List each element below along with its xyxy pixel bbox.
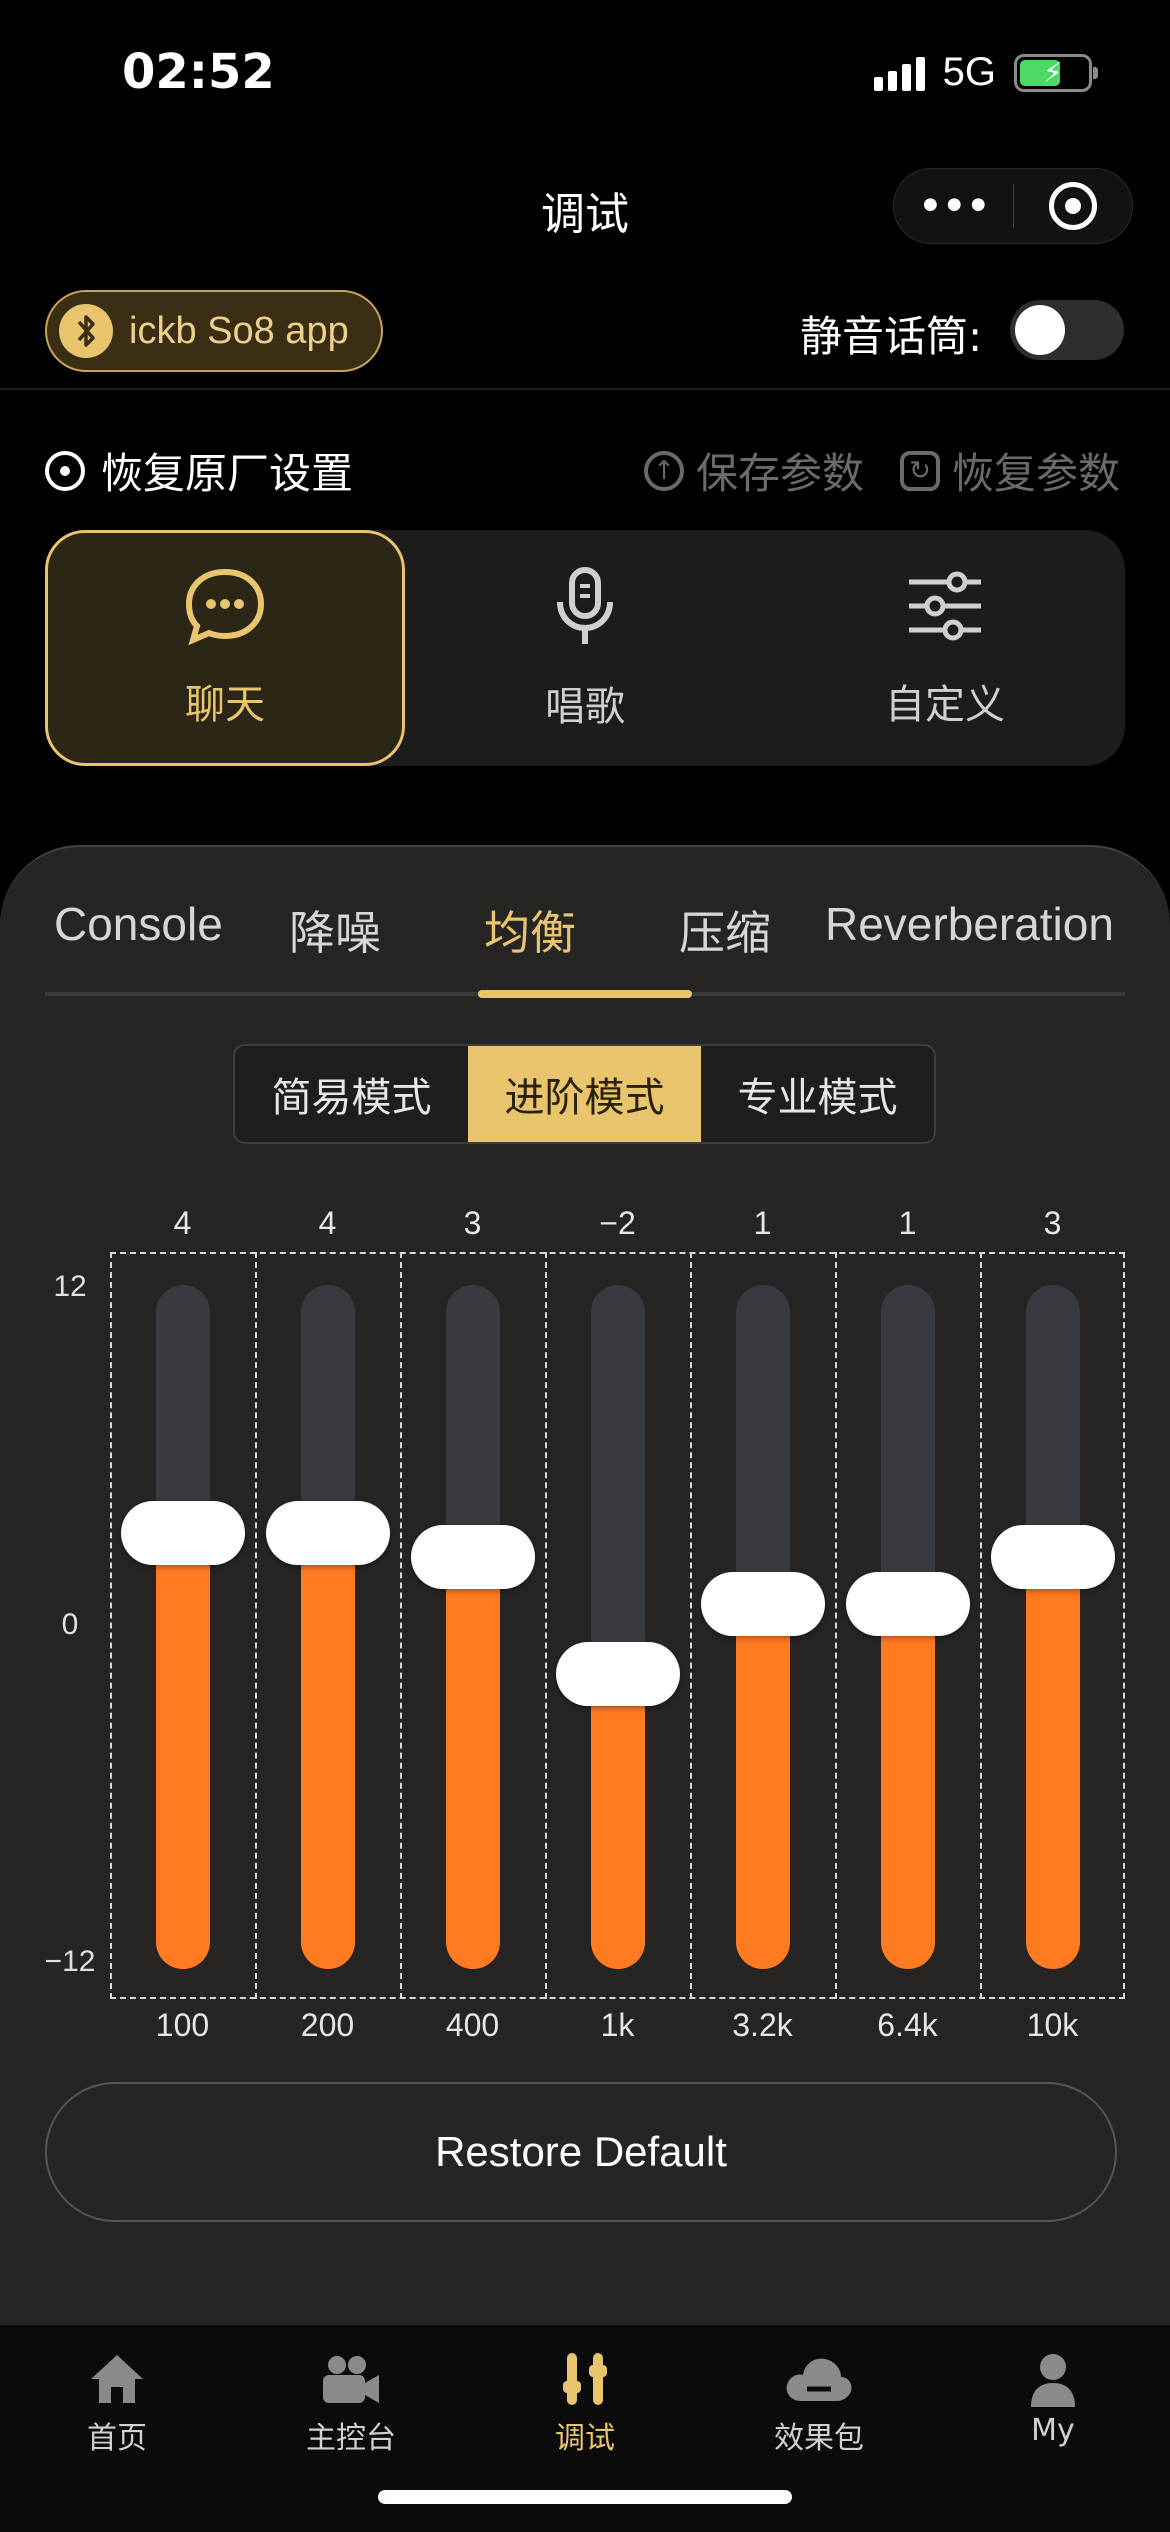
load-params-label: 恢复参数 [952, 449, 1121, 498]
mode-selector: 聊天 唱歌 自定义 [45, 530, 1125, 766]
eq-band-slider-thumb[interactable] [555, 1642, 680, 1706]
eq-band-frequency: 1k [600, 2007, 635, 2043]
microphone-icon [557, 567, 613, 644]
eq-y-max: 12 [53, 1270, 87, 1303]
eq-band-frequency: 3.2k [732, 2007, 793, 2043]
eq-band-slider-track[interactable] [300, 1285, 355, 1969]
nav-my[interactable]: My [936, 2325, 1170, 2532]
mode-custom-label: 自定义 [885, 682, 1005, 728]
status-indicators: 5G ⚡ [873, 50, 1098, 95]
mode-chat-label: 聊天 [185, 682, 265, 728]
eq-band-slider-thumb[interactable] [990, 1524, 1115, 1589]
eq-band-value: 1 [753, 1205, 772, 1241]
eq-column-divider [690, 1252, 692, 1999]
nav-console-label: 主控台 [306, 2421, 396, 2456]
mode-sing[interactable]: 唱歌 [405, 530, 765, 766]
more-icon[interactable]: ••• [894, 181, 1013, 232]
device-connection-pill[interactable]: ickb So8 app [45, 290, 383, 372]
divider [0, 388, 1170, 390]
eq-band-frequency: 100 [155, 2007, 210, 2043]
reset-icon [45, 450, 85, 491]
eq-band-value: 3 [1043, 1205, 1062, 1241]
settings-panel: Console 降噪 均衡 压缩 Reverberation 简易模式 进阶模式… [0, 845, 1170, 2325]
eq-band-level-fill [735, 1603, 790, 1969]
refresh-icon: ↻ [900, 450, 940, 491]
chat-bubble-icon [185, 568, 265, 646]
eq-band-slider-thumb[interactable] [410, 1524, 535, 1589]
restore-factory-button[interactable]: 恢复原厂设置 [45, 440, 353, 501]
cloud-icon [786, 2358, 852, 2401]
eq-band-frequency: 6.4k [877, 2007, 938, 2043]
load-params-button[interactable]: ↻ 恢复参数 [900, 440, 1120, 501]
eq-band-frequency: 200 [300, 2007, 355, 2043]
signal-icon [873, 55, 925, 91]
restore-factory-label: 恢复原厂设置 [101, 449, 354, 498]
eq-band-value: −2 [599, 1205, 636, 1241]
video-camera-icon [323, 2356, 379, 2403]
eq-band-value: 4 [173, 1205, 192, 1241]
mode-custom[interactable]: 自定义 [765, 530, 1125, 766]
eq-column-divider [255, 1252, 257, 1999]
close-target-icon[interactable] [1014, 182, 1133, 230]
eq-band-level-fill [1025, 1556, 1080, 1969]
eq-band-level-fill [590, 1674, 645, 1969]
home-indicator [378, 2490, 792, 2504]
mute-mic-toggle[interactable] [1010, 300, 1124, 360]
eq-column-divider [400, 1252, 402, 1999]
nav-effects-label: 效果包 [774, 2421, 864, 2456]
mini-program-capsule: ••• [893, 168, 1133, 244]
eq-band-slider-track[interactable] [590, 1285, 645, 1969]
eq-column-divider [980, 1252, 982, 1999]
save-params-button[interactable]: ↑ 保存参数 [644, 440, 864, 501]
status-time: 02:52 [122, 44, 275, 100]
eq-column-divider [835, 1252, 837, 1999]
eq-band-level-fill [445, 1556, 500, 1969]
eq-y-mid: 0 [61, 1608, 79, 1641]
eq-band-value: 4 [318, 1205, 337, 1241]
eq-column-divider [545, 1252, 547, 1999]
nav-tuning-label: 调试 [555, 2421, 615, 2456]
eq-band-frequency: 10k [1026, 2007, 1079, 2043]
eq-band-frequency: 400 [445, 2007, 500, 2043]
eq-band-slider-thumb[interactable] [120, 1501, 245, 1565]
nav-home[interactable]: 首页 [0, 2325, 234, 2532]
eq-band-slider-track[interactable] [1025, 1285, 1080, 1969]
mode-sing-label: 唱歌 [545, 684, 625, 730]
eq-band-level-fill [880, 1603, 935, 1969]
mute-mic-label: 静音话筒: [800, 312, 983, 361]
upload-icon: ↑ [644, 450, 684, 491]
tuning-icon [563, 2353, 607, 2405]
sliders-icon [909, 571, 981, 641]
eq-y-min: −12 [44, 1945, 96, 1978]
user-icon [1031, 2354, 1075, 2407]
eq-band-slider-thumb[interactable] [265, 1501, 390, 1565]
restore-default-button[interactable]: Restore Default [45, 2082, 1117, 2222]
nav-home-label: 首页 [87, 2421, 147, 2456]
mode-chat[interactable]: 聊天 [45, 530, 405, 766]
eq-band-value: 3 [463, 1205, 482, 1241]
nav-my-label: My [1031, 2413, 1075, 2448]
battery-icon: ⚡ [1014, 53, 1098, 92]
eq-band-slider-track[interactable] [155, 1285, 210, 1969]
eq-band-level-fill [155, 1533, 210, 1969]
device-name: ickb So8 app [129, 309, 349, 352]
eq-band-slider-track[interactable] [445, 1285, 500, 1969]
bluetooth-icon [59, 304, 113, 358]
save-params-label: 保存参数 [696, 449, 865, 498]
eq-band-slider-thumb[interactable] [700, 1571, 825, 1636]
eq-band-slider-thumb[interactable] [845, 1571, 970, 1636]
eq-band-level-fill [300, 1533, 355, 1969]
eq-band-value: 1 [898, 1205, 917, 1241]
home-icon [91, 2355, 143, 2403]
network-label: 5G [942, 50, 996, 94]
